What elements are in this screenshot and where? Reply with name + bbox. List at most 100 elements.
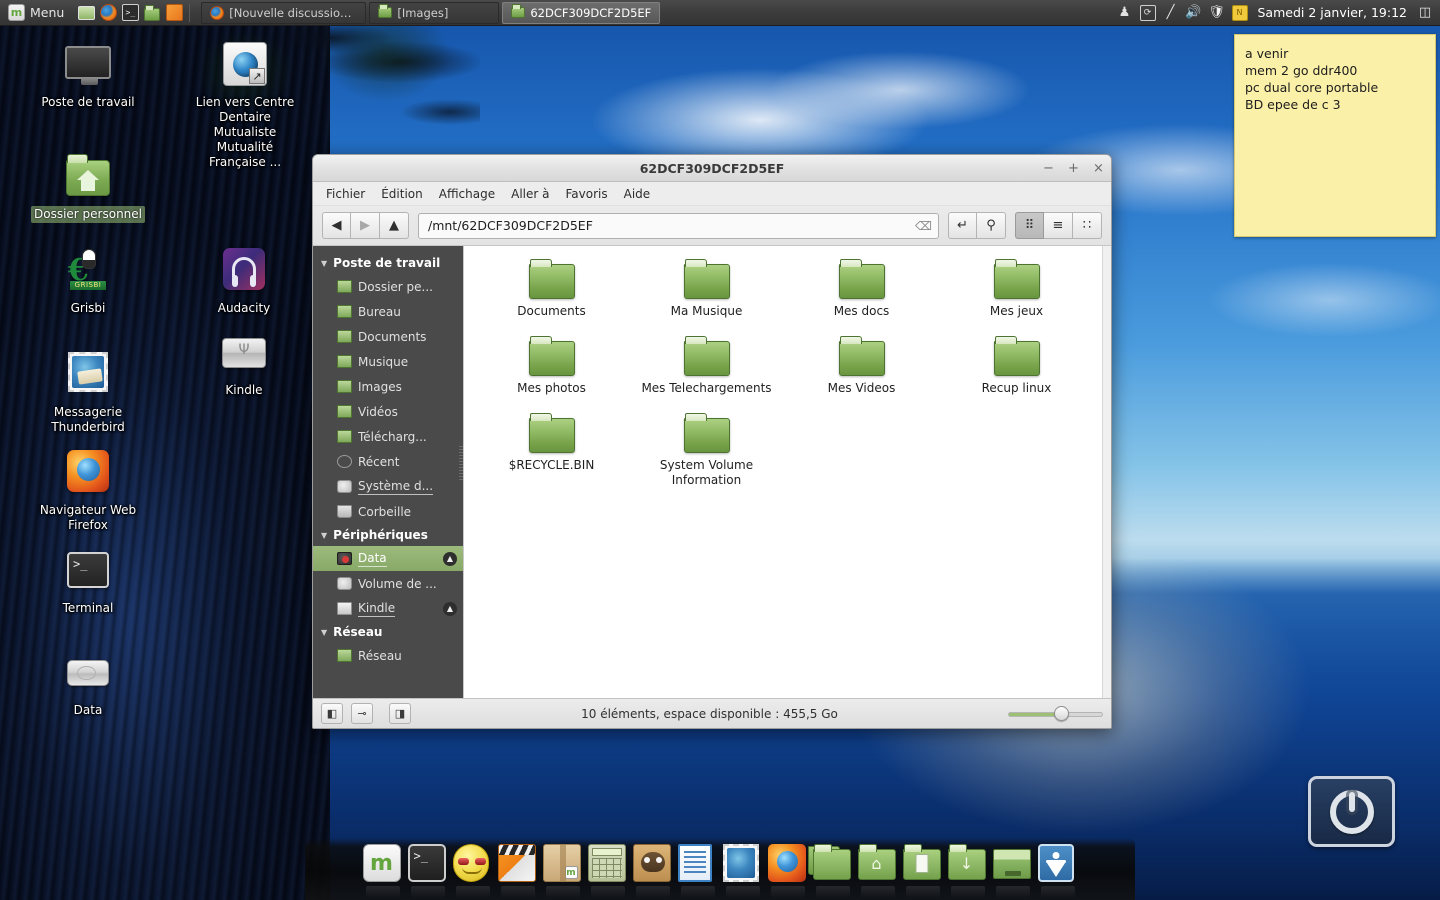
desktop-icon-home-folder[interactable]: Dossier personnel (30, 154, 146, 223)
dock-item-terminal[interactable]: >_ (407, 844, 448, 898)
dock-item-downloads-folder[interactable]: ↓ (947, 844, 988, 898)
file-item[interactable]: Mes docs (784, 259, 939, 339)
desktop-icon-data-drive[interactable]: Data (30, 650, 146, 719)
sidebar-header-reseau[interactable]: ▼ Réseau (313, 621, 463, 643)
menu-affichage[interactable]: Affichage (432, 185, 502, 203)
tree-view-button[interactable]: ⊸ (351, 703, 373, 724)
file-item[interactable]: Ma Musique (629, 259, 784, 339)
notes-icon[interactable]: N (1231, 4, 1248, 21)
eject-icon[interactable]: ▲ (443, 551, 457, 566)
sidebar-header-computer[interactable]: ▼ Poste de travail (313, 252, 463, 274)
file-item[interactable]: Documents (474, 259, 629, 339)
desktop-icon-kindle[interactable]: Ψ Kindle (186, 330, 302, 399)
eject-icon[interactable]: ▲ (443, 601, 457, 616)
menu-aide[interactable]: Aide (617, 185, 658, 203)
dock-item-folders[interactable] (807, 844, 853, 898)
user-icon[interactable]: ♟ (1117, 5, 1133, 21)
up-button[interactable]: ▲ (380, 212, 409, 239)
vertical-scrollbar[interactable] (1102, 246, 1111, 698)
desktop-icon-firefox[interactable]: Navigateur Web Firefox (30, 450, 146, 534)
desktop-icon-grisbi[interactable]: € GRISBI Grisbi (30, 248, 146, 317)
sidebar-item-volume[interactable]: Volume de ... (313, 571, 463, 596)
brush-icon[interactable]: ╱ (1163, 5, 1179, 21)
close-button[interactable]: × (1092, 162, 1105, 175)
sticky-note[interactable]: a venir mem 2 go ddr400 pc dual core por… (1234, 34, 1436, 237)
dock-item-documents-folder[interactable] (902, 844, 943, 898)
dock-item-mint-menu[interactable]: m (362, 844, 403, 898)
show-desktop-icon[interactable] (76, 3, 96, 23)
desktop-icon-computer[interactable]: Poste de travail (30, 42, 146, 111)
open-terminal-button[interactable]: ◧ (321, 703, 343, 724)
minimize-button[interactable]: − (1042, 162, 1055, 175)
desktop-icon-web-shortcut[interactable]: ↗ Lien vers Centre Dentaire Mutualiste M… (186, 42, 304, 171)
toggle-sidebar-button[interactable]: ◨ (389, 703, 411, 724)
update-manager-icon[interactable]: ⟳ (1139, 4, 1156, 21)
sidebar-item-documents[interactable]: Documents (313, 324, 463, 349)
sidebar-item-data[interactable]: Data ▲ (313, 546, 463, 571)
sidebar-item-musique[interactable]: Musique (313, 349, 463, 374)
sidebar-item-corbeille[interactable]: Corbeille (313, 499, 463, 524)
dock-item-firefox[interactable] (767, 844, 808, 898)
shield-icon[interactable]: 🛡 (1208, 5, 1225, 21)
clock[interactable]: Samedi 2 janvier, 19:12 (1255, 5, 1411, 20)
volume-icon[interactable]: 🔊 (1185, 5, 1201, 21)
sidebar-item-images[interactable]: Images (313, 374, 463, 399)
folder-icon[interactable] (142, 3, 162, 23)
compact-view-button[interactable]: ∷ (1073, 212, 1102, 239)
toggle-path-entry-button[interactable]: ↵ (948, 212, 977, 239)
dock-item-libreoffice-writer[interactable] (677, 844, 718, 898)
dock-item-media-player[interactable] (497, 844, 538, 898)
window-titlebar[interactable]: 62DCF309DCF2D5EF − + × (313, 155, 1111, 182)
menu-favoris[interactable]: Favoris (559, 185, 615, 203)
terminal-icon[interactable]: >_ (120, 3, 140, 23)
sidebar-item-systeme-de-fichiers[interactable]: Système d... (313, 474, 463, 499)
task-button-thunderbird[interactable]: [Nouvelle discussion... (201, 1, 367, 24)
maximize-button[interactable]: + (1067, 162, 1080, 175)
task-button-file-manager[interactable]: 62DCF309DCF2D5EF (502, 1, 661, 24)
window-list-icon[interactable]: ◫ (1417, 5, 1433, 21)
forward-button[interactable]: ▶ (351, 212, 380, 239)
sidebar-item-dossier-personnel[interactable]: Dossier pe... (313, 274, 463, 299)
sidebar-item-telechargements[interactable]: Télécharg... (313, 424, 463, 449)
file-item[interactable]: Recup linux (939, 336, 1094, 416)
desktop-icon-thunderbird[interactable]: Messagerie Thunderbird (30, 352, 146, 436)
dock-item-gimp[interactable] (632, 844, 673, 898)
icon-view-button[interactable]: ⠿ (1015, 212, 1044, 239)
firefox-icon[interactable] (98, 3, 118, 23)
sidebar-item-videos[interactable]: Vidéos (313, 399, 463, 424)
file-item[interactable]: Mes Telechargements (629, 336, 784, 416)
power-button[interactable] (1308, 776, 1395, 847)
file-item[interactable]: System Volume Information (629, 413, 784, 493)
file-view[interactable]: Documents Ma Musique Mes docs Mes jeux M… (463, 246, 1111, 698)
list-view-button[interactable]: ≡ (1044, 212, 1073, 239)
clear-icon[interactable]: ⌫ (915, 219, 932, 233)
file-item[interactable]: $RECYCLE.BIN (474, 413, 629, 493)
sidebar-item-reseau[interactable]: Réseau (313, 643, 463, 668)
dock-item-smiley[interactable] (452, 844, 493, 898)
dock-item-thunderbird[interactable] (722, 844, 763, 898)
menu-aller-a[interactable]: Aller à (504, 185, 556, 203)
menu-button[interactable]: m Menu (0, 1, 72, 25)
dock-item-desktop-folder[interactable] (992, 844, 1033, 898)
back-button[interactable]: ◀ (322, 212, 351, 239)
dock-item-archive-manager[interactable]: m (542, 844, 583, 898)
sidebar-item-kindle[interactable]: Kindle ▲ (313, 596, 463, 621)
desktop-icon-terminal[interactable]: >_ Terminal (30, 548, 146, 617)
sidebar-item-recent[interactable]: Récent (313, 449, 463, 474)
file-item[interactable]: Mes Videos (784, 336, 939, 416)
menu-fichier[interactable]: Fichier (319, 185, 372, 203)
desktop-icon-audacity[interactable]: Audacity (186, 248, 302, 317)
sidebar-header-peripheriques[interactable]: ▼ Périphériques (313, 524, 463, 546)
dock-item-accessibility[interactable] (1037, 844, 1078, 898)
zoom-slider-knob[interactable] (1054, 705, 1069, 721)
path-input[interactable]: /mnt/62DCF309DCF2D5EF ⌫ (418, 212, 939, 239)
file-item[interactable]: Mes jeux (939, 259, 1094, 339)
dock-item-home-folder[interactable]: ⌂ (857, 844, 898, 898)
media-player-icon[interactable] (164, 3, 184, 23)
menu-edition[interactable]: Édition (374, 185, 430, 203)
task-button-images[interactable]: [Images] (369, 1, 500, 24)
sidebar-item-bureau[interactable]: Bureau (313, 299, 463, 324)
search-button[interactable]: ⚲ (977, 212, 1006, 239)
zoom-slider[interactable] (1008, 705, 1103, 721)
file-item[interactable]: Mes photos (474, 336, 629, 416)
